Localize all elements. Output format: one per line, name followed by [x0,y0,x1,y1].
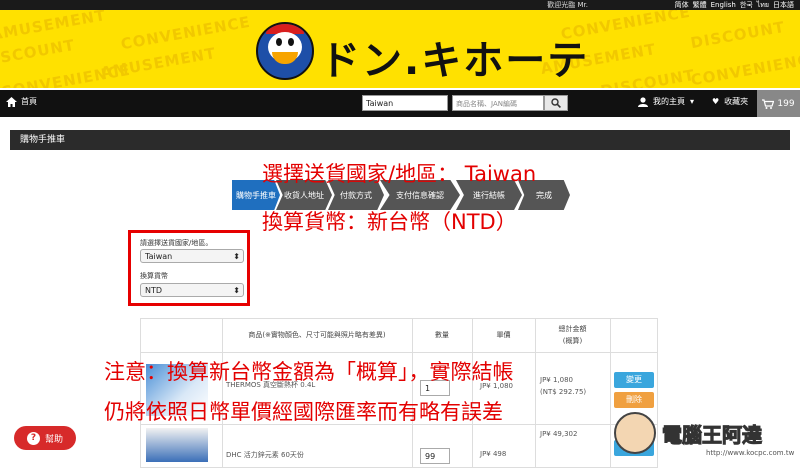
question-icon: ? [26,431,40,445]
search-button[interactable] [544,95,568,111]
row-total: JP¥ 49,302 [540,430,578,438]
language-links: 简体 繁體 English 한국 ไทย 日本語 [675,0,794,10]
delete-button[interactable]: 刪除 [614,392,654,408]
country-value: Taiwan [145,252,173,261]
home-icon [6,96,17,107]
lang-zh-cn[interactable]: 简体 [675,0,689,10]
banner-bg-word: CONVENIENCE [689,48,800,88]
favorites-link[interactable]: ♥ 收藏夾 [712,96,748,107]
currency-select[interactable]: NTD ⬍ [140,283,244,297]
header-qty: 數量 [435,331,449,339]
search-icon [551,98,561,108]
favorites-label: 收藏夾 [724,97,749,106]
watermark-text: 電腦王阿達 [662,422,763,447]
annotation-country: 選擇送貨國家/地區： Taiwan [262,162,537,186]
cart-button[interactable]: 199 [757,90,800,117]
country-label: 請選擇送貨國家/地區。 [140,239,213,247]
cart-count: 199 [777,98,795,109]
home-label: 首頁 [21,97,37,106]
watermark-avatar-icon [614,412,656,454]
section-title: 購物手推車 [10,130,790,150]
lang-zh-tw[interactable]: 繁體 [693,0,707,10]
annotation-currency: 換算貨幣：新台幣（NTD） [262,210,517,234]
user-icon [638,96,648,107]
lang-en[interactable]: English [711,0,736,10]
product-name[interactable]: DHC 活力鋅元素 60天份 [226,450,304,460]
quantity-input[interactable]: 99 [420,448,450,464]
currency-value: NTD [145,286,163,295]
edit-button[interactable]: 變更 [614,372,654,388]
my-page-label: 我的主頁 [653,97,685,106]
store-wordmark[interactable]: ドン.キホーテ [320,28,589,86]
row-total: JP¥ 1,080 [540,376,574,384]
annotation-note-line1: 注意：換算新台幣金額為「概算」，實際結帳 [104,360,514,384]
annotation-note-line2: 仍將依照日幣單價經國際匯率而有略有誤差 [104,400,503,424]
banner-bg-word: CONVENIENCE [119,12,252,54]
unit-price: JP¥ 498 [480,450,507,458]
heart-icon: ♥ [712,97,720,106]
banner-bg-word: DISCOUNT [599,65,697,88]
cart-icon [762,98,775,109]
banner-bg-word: DISCOUNT [0,35,77,71]
help-label: 幫助 [44,434,63,445]
header-total: 總計金額 [558,325,587,333]
mascot-logo-icon[interactable] [256,22,314,80]
chevron-down-icon: ▾ [690,97,695,106]
banner-bg-word: CONVENIENCE [0,60,132,88]
select-arrows-icon: ⬍ [233,252,240,261]
header-price: 單價 [496,331,511,339]
search-input[interactable]: 商品名稱、JAN編碼 [452,95,544,111]
row-total-ntd: (NT$ 292.75) [540,388,587,396]
lang-ko[interactable]: 한국 [740,0,753,10]
home-link[interactable]: 首頁 [6,96,37,107]
greeting: 歡迎光臨 Mr. [547,1,588,9]
banner-bg-word: DISCOUNT [689,17,787,53]
watermark: 電腦王阿達 [614,412,763,454]
my-page-menu[interactable]: 我的主頁 ▾ [638,96,694,107]
product-image[interactable] [146,428,208,462]
lang-ja[interactable]: 日本語 [773,0,794,10]
country-select[interactable]: Taiwan ⬍ [140,249,244,263]
region-select[interactable]: Taiwan [362,95,448,111]
lang-th[interactable]: ไทย [757,0,769,10]
select-arrows-icon: ⬍ [233,286,240,295]
help-button[interactable]: ? 幫助 [14,426,76,450]
watermark-url: http://www.kocpc.com.tw [706,449,795,457]
header-product: 商品(※實物顏色、尺寸可能與照片略有差異) [248,331,386,339]
currency-label: 換算貨幣 [140,272,168,280]
header-total-approx: (概算) [562,337,583,345]
